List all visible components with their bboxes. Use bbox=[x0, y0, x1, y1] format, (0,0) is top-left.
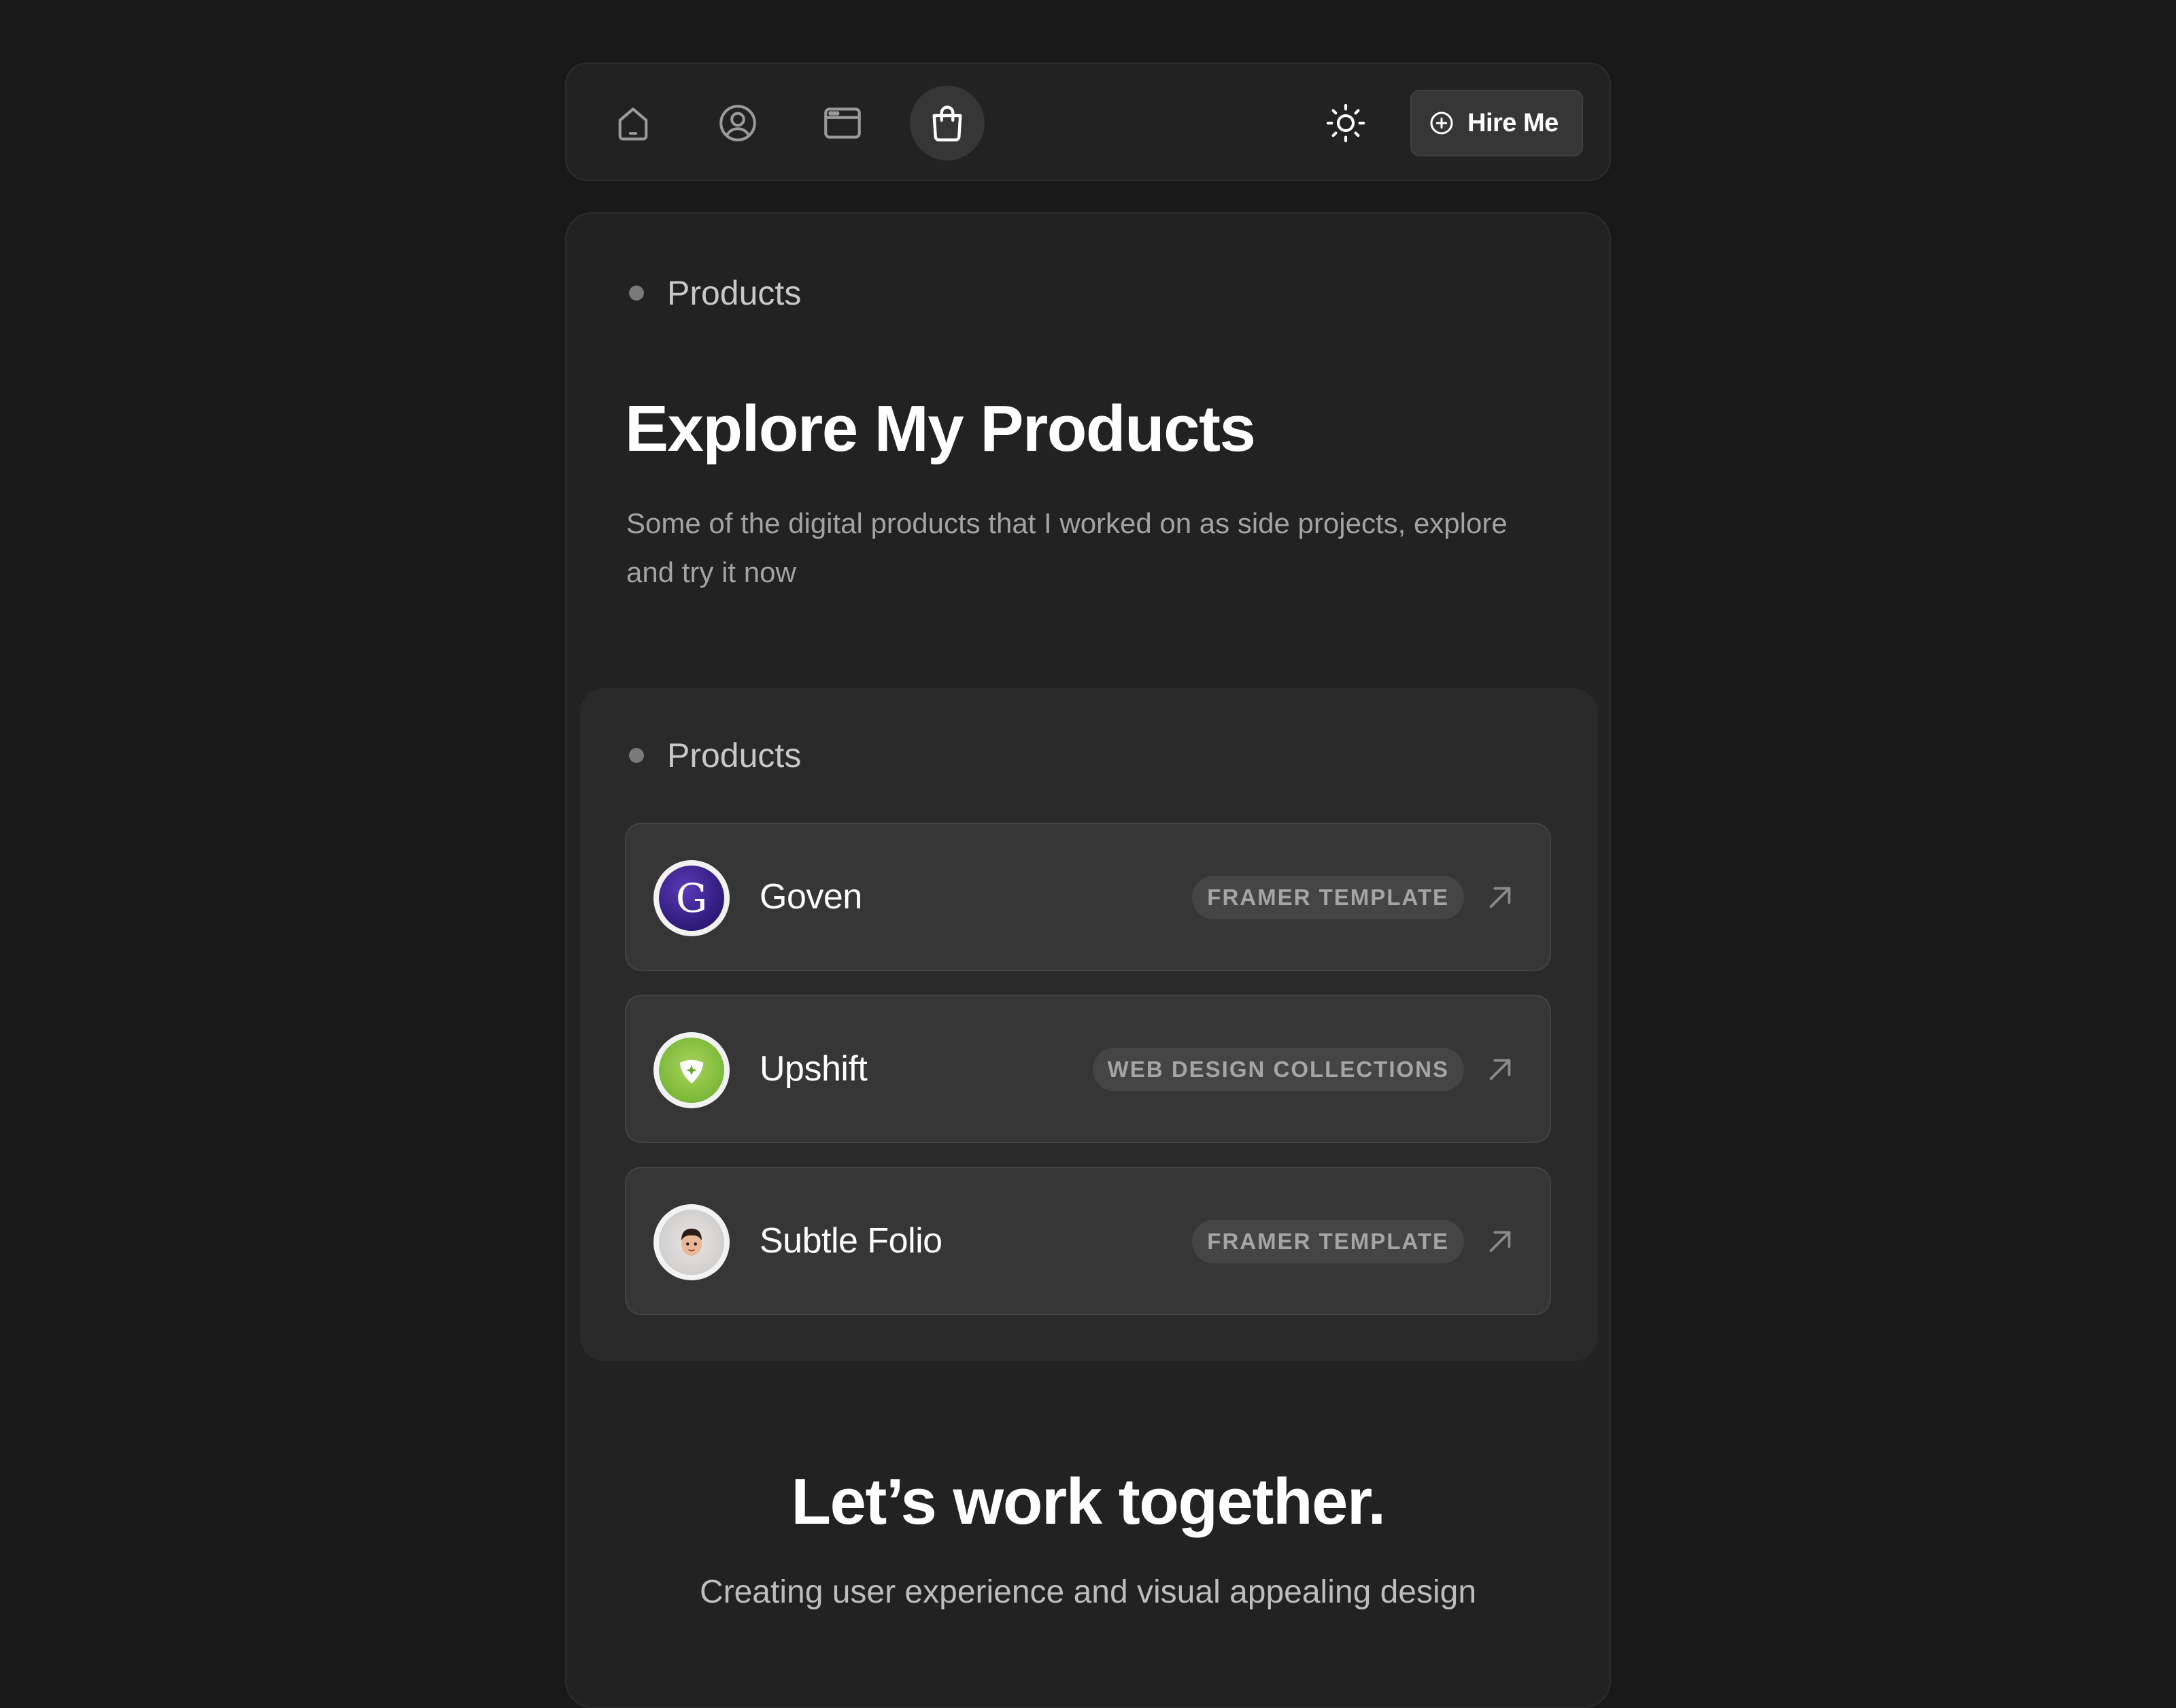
product-avatar-upshift bbox=[653, 1032, 730, 1108]
bullet-dot bbox=[629, 748, 644, 763]
user-circle-icon bbox=[719, 105, 756, 141]
arrow-up-right-icon[interactable] bbox=[1484, 1226, 1516, 1257]
product-row-upshift[interactable]: Upshift WEB DESIGN COLLECTIONS bbox=[625, 995, 1551, 1143]
product-avatar-subtle-folio bbox=[653, 1204, 730, 1280]
plus-circle-icon bbox=[1430, 112, 1453, 135]
products-section-label: Products bbox=[629, 730, 801, 781]
sun-icon bbox=[1326, 103, 1365, 143]
product-tag-badge: FRAMER TEMPLATE bbox=[1192, 1220, 1464, 1263]
cta-subtitle: Creating user experience and visual appe… bbox=[699, 1574, 1477, 1610]
nav-products-button[interactable] bbox=[910, 86, 985, 160]
product-tag-badge: WEB DESIGN COLLECTIONS bbox=[1092, 1048, 1464, 1091]
arrow-up-right-icon[interactable] bbox=[1484, 882, 1516, 913]
product-row-goven[interactable]: G Goven FRAMER TEMPLATE bbox=[625, 823, 1551, 971]
goven-logo-letter: G bbox=[675, 875, 708, 921]
nav-projects-button[interactable] bbox=[805, 86, 880, 160]
product-name: Subtle Folio bbox=[760, 1221, 942, 1261]
upshift-logo-icon bbox=[679, 1059, 704, 1084]
main-card: Products Explore My Products Some of the… bbox=[565, 212, 1611, 1708]
cta-title: Let’s work together. bbox=[791, 1465, 1386, 1538]
page-title: Explore My Products bbox=[625, 392, 1256, 465]
nav-about-button[interactable] bbox=[700, 86, 775, 160]
theme-toggle-button[interactable] bbox=[1308, 86, 1383, 160]
section-label: Products bbox=[629, 268, 801, 318]
browser-window-icon bbox=[824, 107, 861, 139]
section-label-text: Products bbox=[667, 274, 802, 312]
home-icon bbox=[618, 107, 648, 141]
memoji-avatar-icon bbox=[681, 1229, 702, 1256]
nav-home-button[interactable] bbox=[596, 86, 670, 160]
bullet-dot bbox=[629, 286, 644, 301]
top-navbar: Hire Me bbox=[565, 63, 1611, 181]
hire-me-button[interactable]: Hire Me bbox=[1410, 90, 1583, 156]
product-avatar-goven: G bbox=[653, 860, 730, 936]
product-name: Goven bbox=[760, 877, 862, 917]
shopping-bag-icon bbox=[932, 105, 962, 141]
product-row-subtle-folio[interactable]: Subtle Folio FRAMER TEMPLATE bbox=[625, 1167, 1551, 1315]
page-description: Some of the digital products that I work… bbox=[626, 507, 1508, 588]
hire-me-label: Hire Me bbox=[1467, 108, 1559, 137]
arrow-up-right-icon[interactable] bbox=[1484, 1054, 1516, 1085]
product-name: Upshift bbox=[760, 1049, 868, 1089]
products-section-label-text: Products bbox=[667, 736, 802, 774]
products-panel: Products G Goven FRAMER TEMPLATE Upshift… bbox=[580, 688, 1597, 1361]
product-tag-badge: FRAMER TEMPLATE bbox=[1192, 876, 1464, 919]
